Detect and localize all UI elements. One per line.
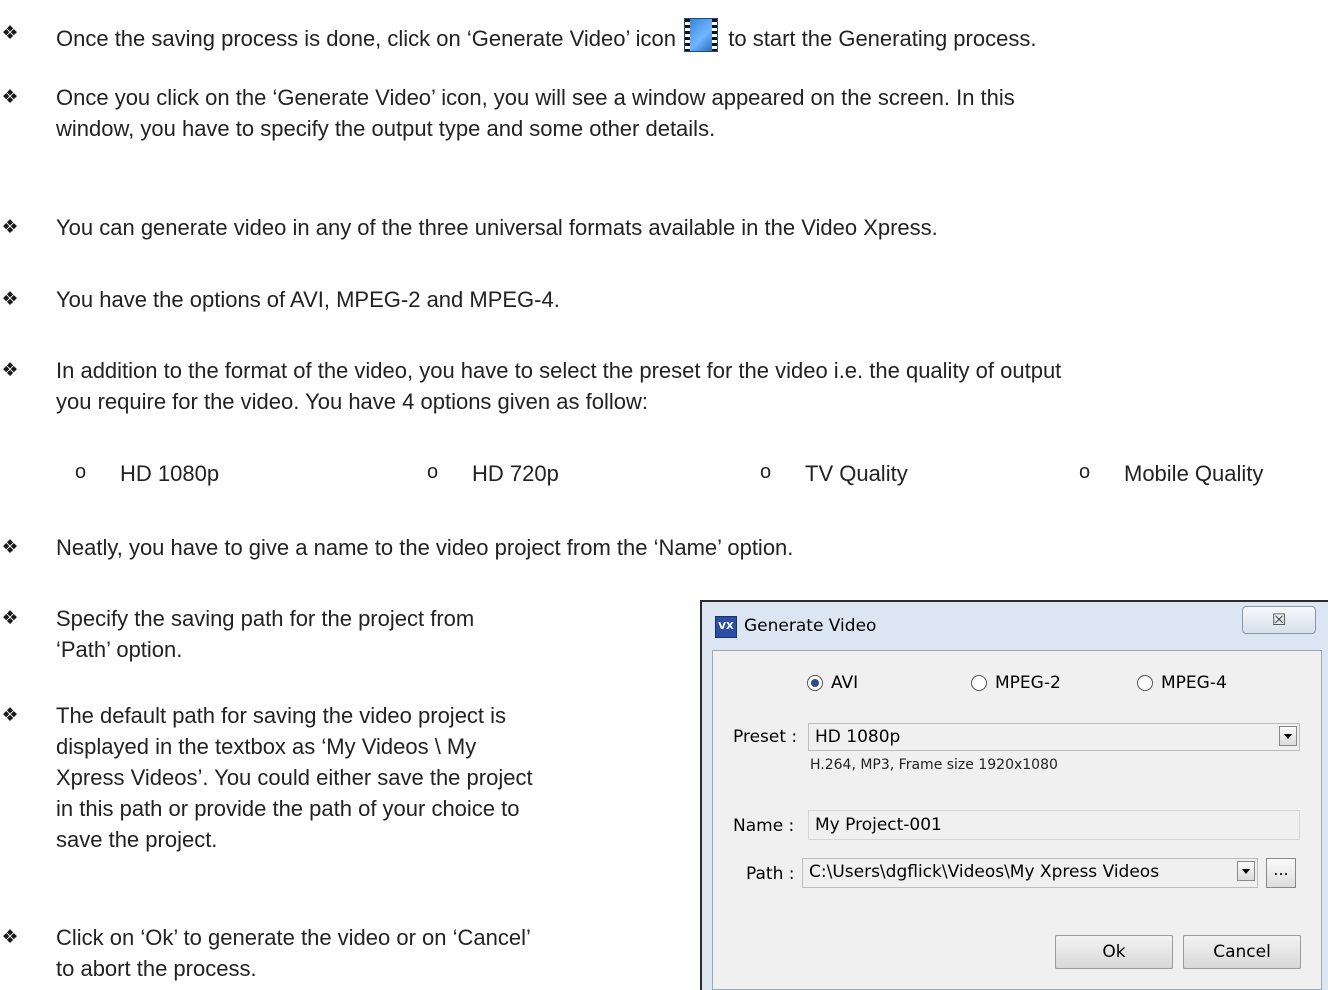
dialog-body: AVI MPEG-2 MPEG-4 Preset : HD 1080p H.26… xyxy=(712,650,1322,990)
sub-bullet: o xyxy=(427,461,439,483)
chevron-down-icon[interactable] xyxy=(1279,726,1297,746)
path-value: C:\Users\dgflick\Videos\My Xpress Videos xyxy=(809,862,1160,882)
preset-description: H.264, MP3, Frame size 1920x1080 xyxy=(810,757,1058,773)
bullet-text: to abort the process. xyxy=(56,956,257,981)
bullet-text: In addition to the format of the video, … xyxy=(56,358,1062,383)
close-button[interactable]: ☒ xyxy=(1242,606,1316,634)
browse-button[interactable]: ... xyxy=(1266,858,1296,888)
radio-icon xyxy=(971,675,987,691)
bullet-formats: ❖ You can generate video in any of the t… xyxy=(0,212,1328,244)
bullet-mark: ❖ xyxy=(1,360,19,381)
format-label: MPEG-4 xyxy=(1161,673,1227,693)
name-input[interactable]: My Project-001 xyxy=(808,810,1300,840)
bullet-text: You have the options of AVI, MPEG-2 and … xyxy=(56,287,560,312)
ok-button[interactable]: Ok xyxy=(1055,935,1173,969)
format-label: MPEG-2 xyxy=(995,673,1061,693)
chevron-down-icon[interactable] xyxy=(1237,861,1255,881)
dialog-title: Generate Video xyxy=(744,616,877,636)
preset-label: HD 1080p xyxy=(120,461,220,486)
film-icon xyxy=(684,18,719,52)
preset-label: HD 720p xyxy=(472,461,559,486)
bullet-ok-cancel: ❖ Click on ‘Ok’ to generate the video or… xyxy=(0,922,680,986)
bullet-text: in this path or provide the path of your… xyxy=(56,796,520,821)
bullet-mark: ❖ xyxy=(1,23,19,44)
format-mpeg2-radio[interactable]: MPEG-2 xyxy=(971,673,1061,693)
bullet-preset: ❖ In addition to the format of the video… xyxy=(0,355,1328,419)
preset-dropdown[interactable]: HD 1080p xyxy=(808,723,1300,751)
bullet-text-cont: to start the Generating process. xyxy=(728,26,1037,51)
bullet-mark: ❖ xyxy=(1,705,19,726)
preset-label: TV Quality xyxy=(805,461,908,486)
bullet-text: displayed in the textbox as ‘My Videos \… xyxy=(56,734,477,759)
bullet-mark: ❖ xyxy=(1,927,19,948)
bullet-mark: ❖ xyxy=(1,608,19,629)
bullet-name: ❖ Neatly, you have to give a name to the… xyxy=(0,532,1328,564)
bullet-text: you require for the video. You have 4 op… xyxy=(56,389,648,414)
format-mpeg4-radio[interactable]: MPEG-4 xyxy=(1137,673,1227,693)
bullet-path: ❖ Specify the saving path for the projec… xyxy=(0,603,680,667)
bullet-text: You can generate video in any of the thr… xyxy=(56,215,938,240)
bullet-text: Xpress Videos’. You could either save th… xyxy=(56,765,533,790)
bullet-text: The default path for saving the video pr… xyxy=(56,703,507,728)
path-field-label: Path : xyxy=(746,864,795,884)
bullet-text: Once you click on the ‘Generate Video’ i… xyxy=(56,85,1015,110)
preset-value: HD 1080p xyxy=(815,727,901,747)
bullet-generate-icon: ❖ Once the saving process is done, click… xyxy=(0,18,1328,52)
sub-bullet: o xyxy=(1079,461,1091,483)
dialog-titlebar: VX Generate Video ☒ xyxy=(702,602,1328,650)
format-label: AVI xyxy=(831,673,859,693)
sub-bullet: o xyxy=(760,461,772,483)
bullet-text: Once the saving process is done, click o… xyxy=(56,26,677,51)
vx-app-icon: VX xyxy=(715,616,737,638)
bullet-mark: ❖ xyxy=(1,87,19,108)
bullet-text: Specify the saving path for the project … xyxy=(56,606,475,631)
cancel-button[interactable]: Cancel xyxy=(1183,935,1301,969)
bullet-mark: ❖ xyxy=(1,217,19,238)
bullet-mark: ❖ xyxy=(1,289,19,310)
sub-bullet: o xyxy=(75,461,87,483)
generate-video-dialog: VX Generate Video ☒ AVI MPEG-2 MPEG-4 Pr… xyxy=(700,600,1328,990)
format-avi-radio[interactable]: AVI xyxy=(807,673,858,693)
bullet-text: Neatly, you have to give a name to the v… xyxy=(56,535,794,560)
bullet-options: ❖ You have the options of AVI, MPEG-2 an… xyxy=(0,284,1328,316)
bullet-text: ‘Path’ option. xyxy=(56,637,183,662)
path-dropdown[interactable]: C:\Users\dgflick\Videos\My Xpress Videos xyxy=(802,858,1258,888)
preset-field-label: Preset : xyxy=(733,727,798,747)
bullet-text: Click on ‘Ok’ to generate the video or o… xyxy=(56,925,531,950)
bullet-mark: ❖ xyxy=(1,537,19,558)
preset-label: Mobile Quality xyxy=(1124,461,1264,486)
radio-icon xyxy=(1137,675,1153,691)
radio-selected-icon xyxy=(807,675,823,691)
bullet-window: ❖ Once you click on the ‘Generate Video’… xyxy=(0,82,1328,146)
bullet-text: window, you have to specify the output t… xyxy=(56,116,716,141)
bullet-default-path: ❖ The default path for saving the video … xyxy=(0,700,680,860)
name-field-label: Name : xyxy=(733,816,795,836)
bullet-text: save the project. xyxy=(56,827,218,852)
